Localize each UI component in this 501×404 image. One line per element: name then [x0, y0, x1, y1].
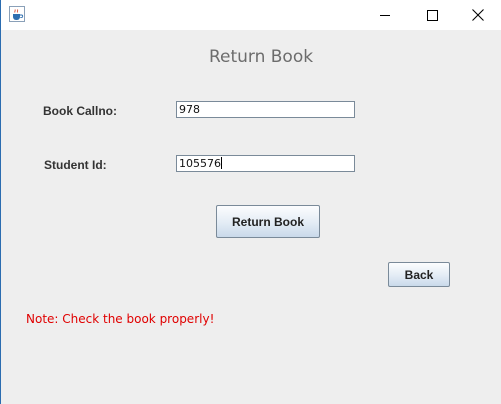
student-id-label: Student Id: — [44, 158, 107, 172]
maximize-button[interactable] — [409, 0, 455, 30]
close-button[interactable] — [455, 0, 501, 30]
maximize-icon — [426, 9, 438, 21]
book-callno-field[interactable]: 978 — [176, 101, 355, 118]
minimize-button[interactable] — [362, 0, 408, 30]
book-callno-value: 978 — [179, 103, 200, 116]
text-caret — [221, 157, 222, 169]
return-book-button[interactable]: Return Book — [216, 205, 320, 238]
page-title: Return Book — [208, 47, 314, 67]
back-button[interactable]: Back — [388, 262, 450, 287]
student-id-field[interactable]: 105576 — [176, 155, 355, 172]
student-id-value: 105576 — [179, 157, 221, 170]
title-bar — [1, 0, 501, 30]
book-callno-label: Book Callno: — [43, 104, 117, 118]
note-text: Note: Check the book properly! — [26, 312, 215, 326]
return-book-window: Return Book Book Callno: 978 Student Id:… — [0, 0, 501, 404]
minimize-icon — [379, 14, 390, 16]
close-icon — [472, 9, 484, 21]
java-cup-icon — [9, 6, 25, 22]
